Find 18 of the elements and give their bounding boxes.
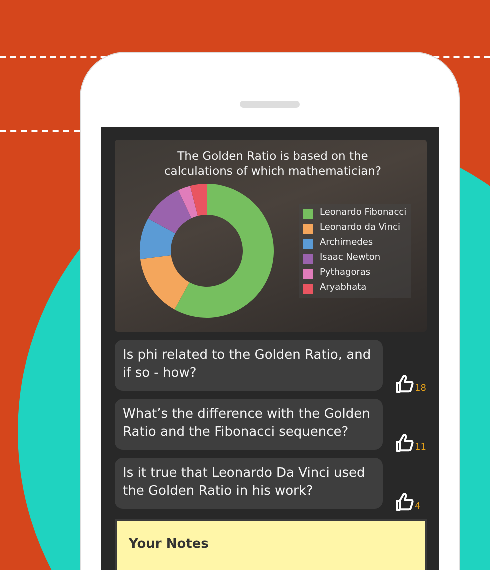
like-count: 11 <box>415 443 426 453</box>
legend-label: Pythagoras <box>320 267 371 280</box>
thumbs-up-icon[interactable] <box>395 374 415 394</box>
like-count: 18 <box>415 384 426 394</box>
legend-label: Leonardo Fibonacci <box>320 207 407 220</box>
speaker-slot <box>240 101 300 108</box>
legend-label: Leonardo da Vinci <box>320 222 400 235</box>
question-bubble[interactable]: Is phi related to the Golden Ratio, and if so - how? <box>115 340 383 391</box>
thumbs-up-icon[interactable] <box>395 433 415 453</box>
legend-label: Isaac Newton <box>320 252 381 265</box>
question-bubble[interactable]: Is it true that Leonardo Da Vinci used the Golden Ratio in his work? <box>115 458 383 509</box>
legend-label: Archimedes <box>320 237 374 250</box>
poll-question: The Golden Ratio is based on the calculations of which mathematician? <box>163 149 383 179</box>
thumbs-up-icon[interactable] <box>395 492 415 512</box>
like-count: 4 <box>415 502 421 512</box>
question-bubble[interactable]: What’s the difference with the Golden Ratio and the Fibonacci sequence? <box>115 399 383 450</box>
notes-title: Your Notes <box>129 537 209 552</box>
legend-label: Aryabhata <box>320 282 367 295</box>
